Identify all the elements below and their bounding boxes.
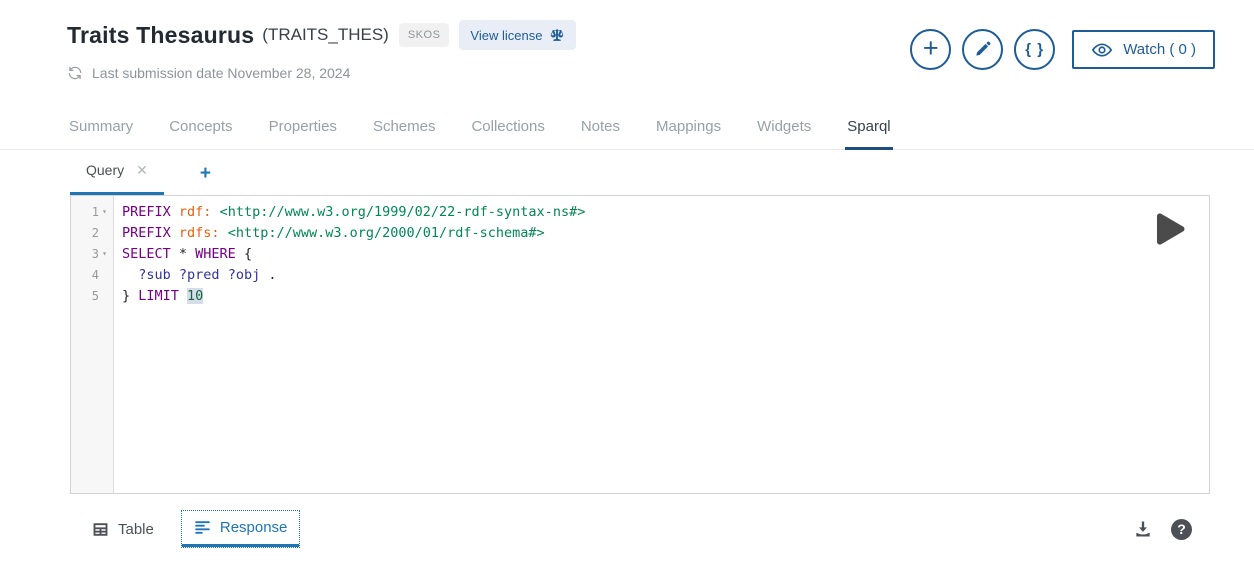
header-actions: + { } Watch ( 0 ) (910, 29, 1215, 70)
scales-icon (549, 27, 565, 43)
token-plain: * (170, 245, 196, 262)
tab-properties[interactable]: Properties (267, 112, 339, 150)
help-icon: ? (1171, 518, 1192, 540)
token-iri: <http://www.w3.org/1999/02/22-rdf-syntax… (219, 203, 586, 220)
code-line: } LIMIT 10 (122, 285, 1209, 306)
editor-gutter: 1 ▾ 2 3 ▾ 4 5 (71, 196, 114, 493)
eye-icon (1091, 39, 1113, 61)
gutter-line: 4 (71, 264, 113, 285)
last-submission-date: Last submission date November 28, 2024 (92, 65, 351, 81)
tab-notes[interactable]: Notes (579, 112, 622, 150)
result-bar: Table Response ? (80, 510, 1202, 548)
tab-collections[interactable]: Collections (469, 112, 546, 150)
gutter-line: 3 ▾ (71, 243, 113, 264)
format-badge: SKOS (398, 23, 450, 47)
table-icon (92, 521, 109, 538)
result-tab-table[interactable]: Table (80, 511, 166, 547)
download-icon (1133, 519, 1153, 539)
line-number: 4 (91, 267, 99, 282)
tab-widgets[interactable]: Widgets (755, 112, 813, 150)
pencil-icon (973, 40, 992, 59)
plus-icon: + (922, 32, 939, 63)
token-kw: WHERE (195, 245, 236, 262)
token-var: ?pred (178, 266, 220, 283)
token-kw: PREFIX (122, 203, 171, 220)
token-var: ?obj (227, 266, 261, 283)
add-query-tab-button[interactable]: + (200, 164, 211, 183)
code-line: PREFIX rdfs: <http://www.w3.org/2000/01/… (122, 222, 1209, 243)
query-tab[interactable]: Query ✕ (70, 157, 164, 195)
token-pfx: rdf: (178, 203, 212, 220)
list-lines-icon (194, 519, 211, 536)
watch-button[interactable]: Watch ( 0 ) (1072, 30, 1215, 69)
fold-arrow-icon[interactable]: ▾ (99, 249, 110, 258)
watch-label: Watch ( 0 ) (1123, 41, 1196, 58)
result-tab-table-label: Table (118, 520, 154, 538)
tab-concepts[interactable]: Concepts (167, 112, 234, 150)
page-acronym: (TRAITS_THES) (262, 25, 389, 44)
line-number: 1 (91, 204, 99, 219)
result-tab-response-label: Response (219, 519, 288, 536)
token-plain: . (260, 266, 277, 283)
gutter-line: 2 (71, 222, 113, 243)
gutter-line: 5 (71, 285, 113, 306)
fold-arrow-icon[interactable]: ▾ (99, 207, 110, 216)
token-kw: LIMIT (138, 287, 179, 304)
code-area[interactable]: PREFIX rdf: <http://www.w3.org/1999/02/2… (114, 196, 1209, 493)
sparql-editor: 1 ▾ 2 3 ▾ 4 5 PREFIX rdf: <http://www.w3.org/1… (70, 195, 1210, 494)
token-iri: <http://www.w3.org/2000/01/rdf-schema#> (227, 224, 545, 241)
tab-schemes[interactable]: Schemes (371, 112, 438, 150)
add-button[interactable]: + (910, 29, 952, 70)
token-kw: PREFIX (122, 224, 171, 241)
token-plain: { (235, 245, 253, 262)
download-button[interactable] (1133, 519, 1153, 539)
token-num: 10 (187, 287, 204, 304)
result-actions: ? (1133, 518, 1202, 540)
tab-summary[interactable]: Summary (67, 112, 135, 150)
tab-mappings[interactable]: Mappings (654, 112, 723, 150)
view-license-button[interactable]: View license (459, 20, 577, 50)
code-line: ?sub ?pred ?obj . (122, 264, 1209, 285)
line-number: 3 (91, 246, 99, 261)
token-var: ?sub (138, 266, 171, 283)
line-number: 5 (91, 288, 99, 303)
token-plain: } (122, 287, 139, 304)
help-button[interactable]: ? (1171, 518, 1192, 540)
tab-sparql[interactable]: Sparql (845, 112, 893, 150)
token-pfx: rdfs: (178, 224, 220, 241)
result-tab-response[interactable]: Response (180, 510, 301, 548)
run-query-button[interactable] (1145, 205, 1191, 253)
play-icon (1146, 206, 1190, 252)
vocabulary-page: Traits Thesaurus (TRAITS_THES) SKOS View… (0, 0, 1254, 565)
refresh-icon[interactable] (67, 65, 83, 81)
main-nav-tabs: Summary Concepts Properties Schemes Coll… (0, 112, 1254, 150)
page-title: Traits Thesaurus (67, 21, 255, 48)
code-line: PREFIX rdf: <http://www.w3.org/1999/02/2… (122, 201, 1209, 222)
token-kw: SELECT (122, 245, 171, 262)
edit-button[interactable] (962, 29, 1004, 70)
page-header: Traits Thesaurus (TRAITS_THES) SKOS View… (0, 0, 1254, 81)
close-icon[interactable]: ✕ (136, 163, 148, 177)
curly-braces-icon: { } (1025, 41, 1045, 58)
view-license-label: View license (470, 27, 543, 43)
query-tab-label: Query (86, 162, 125, 178)
code-button[interactable]: { } (1014, 29, 1056, 70)
code-line: SELECT * WHERE { (122, 243, 1209, 264)
line-number: 2 (91, 225, 99, 240)
query-tab-bar: Query ✕ + (70, 157, 1254, 195)
gutter-line: 1 ▾ (71, 201, 113, 222)
